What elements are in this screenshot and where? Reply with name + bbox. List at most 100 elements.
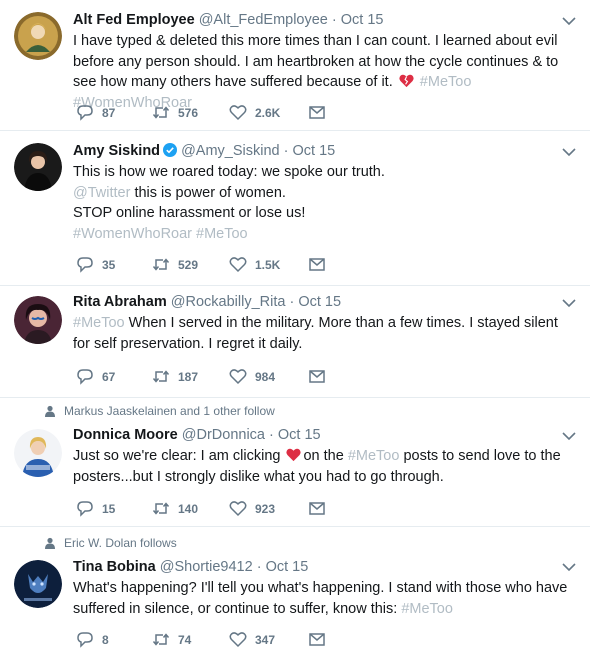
tweet-text-part: When I served in the military. More than… (73, 315, 558, 352)
tweet-header: Amy Siskind @Amy_Siskind · Oct 15 (73, 143, 336, 159)
avatar[interactable] (14, 560, 62, 608)
display-name[interactable]: Alt Fed Employee (73, 12, 195, 28)
avatar[interactable] (14, 12, 62, 60)
user-handle[interactable]: @Rockabilly_Rita (171, 294, 286, 310)
retweet-icon (152, 633, 170, 646)
hashtag-metoo[interactable]: #MeToo (73, 315, 125, 331)
hashtag-line[interactable]: #WomenWhoRoar #MeToo (73, 224, 576, 245)
timestamp[interactable]: Oct 15 (266, 559, 309, 575)
envelope-icon (309, 106, 325, 119)
user-handle[interactable]: @Shortie9412 (160, 559, 253, 575)
tweet-text-part: What's happening? I'll tell you what's h… (73, 580, 568, 617)
tweet-text-part: Just so we're clear: I am clicking (73, 448, 285, 464)
heart-icon (229, 369, 247, 385)
heart-icon (229, 501, 247, 517)
like-button[interactable]: 1.5K (229, 256, 308, 273)
retweet-button[interactable]: 74 (152, 631, 229, 648)
timestamp[interactable]: Oct 15 (298, 294, 341, 310)
reply-count: 15 (102, 501, 116, 516)
tweet-actions: 8 74 347 (76, 631, 334, 648)
avatar[interactable] (14, 296, 62, 344)
tweet-text-part: I have typed & deleted this more times t… (73, 33, 559, 90)
tweet-5[interactable]: Eric W. Dolan follows Tina Bobina @Short… (0, 527, 590, 652)
direct-message-button[interactable] (308, 500, 334, 517)
display-name[interactable]: Rita Abraham (73, 294, 167, 310)
tweet-actions: 35 529 1.5K (76, 256, 334, 273)
display-name[interactable]: Donnica Moore (73, 427, 178, 443)
reply-button[interactable]: 15 (76, 500, 152, 517)
avatar[interactable] (14, 429, 62, 477)
timestamp[interactable]: Oct 15 (293, 143, 336, 159)
tweet-text-part: on the (303, 448, 348, 464)
envelope-icon (309, 502, 325, 515)
envelope-icon (309, 633, 325, 646)
reply-icon (77, 105, 93, 121)
reply-button[interactable]: 35 (76, 256, 152, 273)
tweet-4[interactable]: Markus Jaaskelainen and 1 other follow D… (0, 398, 590, 527)
retweet-icon (152, 502, 170, 515)
envelope-icon (309, 370, 325, 383)
like-count: 923 (255, 501, 276, 516)
user-handle[interactable]: @DrDonnica (182, 427, 265, 443)
user-handle[interactable]: @Amy_Siskind (181, 143, 280, 159)
tweet-actions: 87 576 2.6K (76, 104, 334, 121)
hashtag-metoo[interactable]: #MeToo (401, 601, 453, 617)
direct-message-button[interactable] (308, 368, 334, 385)
tweet-text-part: this is power of women. (130, 184, 286, 201)
reply-button[interactable]: 87 (76, 104, 152, 121)
tweet-text: Just so we're clear: I am clicking on th… (73, 446, 576, 487)
hashtag-metoo[interactable]: #MeToo (348, 448, 400, 464)
social-context-text[interactable]: Markus Jaaskelainen and 1 other follow (64, 404, 275, 418)
reply-count: 35 (102, 257, 116, 272)
retweet-count: 187 (178, 369, 199, 384)
tweet-header: Alt Fed Employee @Alt_FedEmployee · Oct … (73, 12, 384, 28)
broken-heart-emoji-icon (399, 74, 414, 88)
retweet-button[interactable]: 187 (152, 368, 229, 385)
social-context: Eric W. Dolan follows (44, 536, 177, 550)
retweet-count: 74 (178, 632, 192, 647)
like-count: 1.5K (255, 257, 281, 272)
retweet-button[interactable]: 140 (152, 500, 229, 517)
tweet-actions: 67 187 984 (76, 368, 334, 385)
like-button[interactable]: 347 (229, 631, 308, 648)
retweet-icon (152, 106, 170, 119)
hashtag-metoo[interactable]: #MeToo (420, 74, 472, 90)
social-context: Markus Jaaskelainen and 1 other follow (44, 404, 275, 418)
like-count: 347 (255, 632, 276, 647)
heart-icon (229, 105, 247, 121)
tweet-text: What's happening? I'll tell you what's h… (73, 578, 576, 619)
person-icon (45, 537, 55, 549)
display-name[interactable]: Amy Siskind (73, 143, 160, 159)
social-context-text[interactable]: Eric W. Dolan follows (64, 536, 177, 550)
retweet-button[interactable]: 529 (152, 256, 229, 273)
tweet-text-line: STOP online harassment or lose us! (73, 205, 306, 221)
like-count: 2.6K (255, 105, 281, 120)
heart-icon (229, 257, 247, 273)
direct-message-button[interactable] (308, 256, 334, 273)
retweet-icon (152, 258, 170, 271)
mention-twitter[interactable]: @Twitter (73, 185, 130, 201)
like-button[interactable]: 923 (229, 500, 308, 517)
retweet-icon (152, 370, 170, 383)
like-count: 984 (255, 369, 276, 384)
timestamp[interactable]: Oct 15 (278, 427, 321, 443)
like-button[interactable]: 984 (229, 368, 308, 385)
display-name[interactable]: Tina Bobina (73, 559, 156, 575)
tweet-2[interactable]: Amy Siskind @Amy_Siskind · Oct 15 This i… (0, 131, 590, 286)
reply-button[interactable]: 8 (76, 631, 152, 648)
user-handle[interactable]: @Alt_FedEmployee (199, 12, 328, 28)
like-button[interactable]: 2.6K (229, 104, 308, 121)
verified-badge-icon (163, 143, 178, 157)
reply-icon (77, 501, 93, 517)
reply-icon (77, 632, 93, 648)
direct-message-button[interactable] (308, 631, 334, 648)
timestamp[interactable]: Oct 15 (341, 12, 384, 28)
reply-button[interactable]: 67 (76, 368, 152, 385)
retweet-button[interactable]: 576 (152, 104, 229, 121)
direct-message-button[interactable] (308, 104, 334, 121)
tweet-3[interactable]: Rita Abraham @Rockabilly_Rita · Oct 15 #… (0, 286, 590, 398)
tweet-1[interactable]: Alt Fed Employee @Alt_FedEmployee · Oct … (0, 0, 590, 131)
retweet-count: 529 (178, 257, 199, 272)
avatar[interactable] (14, 143, 62, 191)
heart-icon (229, 632, 247, 648)
